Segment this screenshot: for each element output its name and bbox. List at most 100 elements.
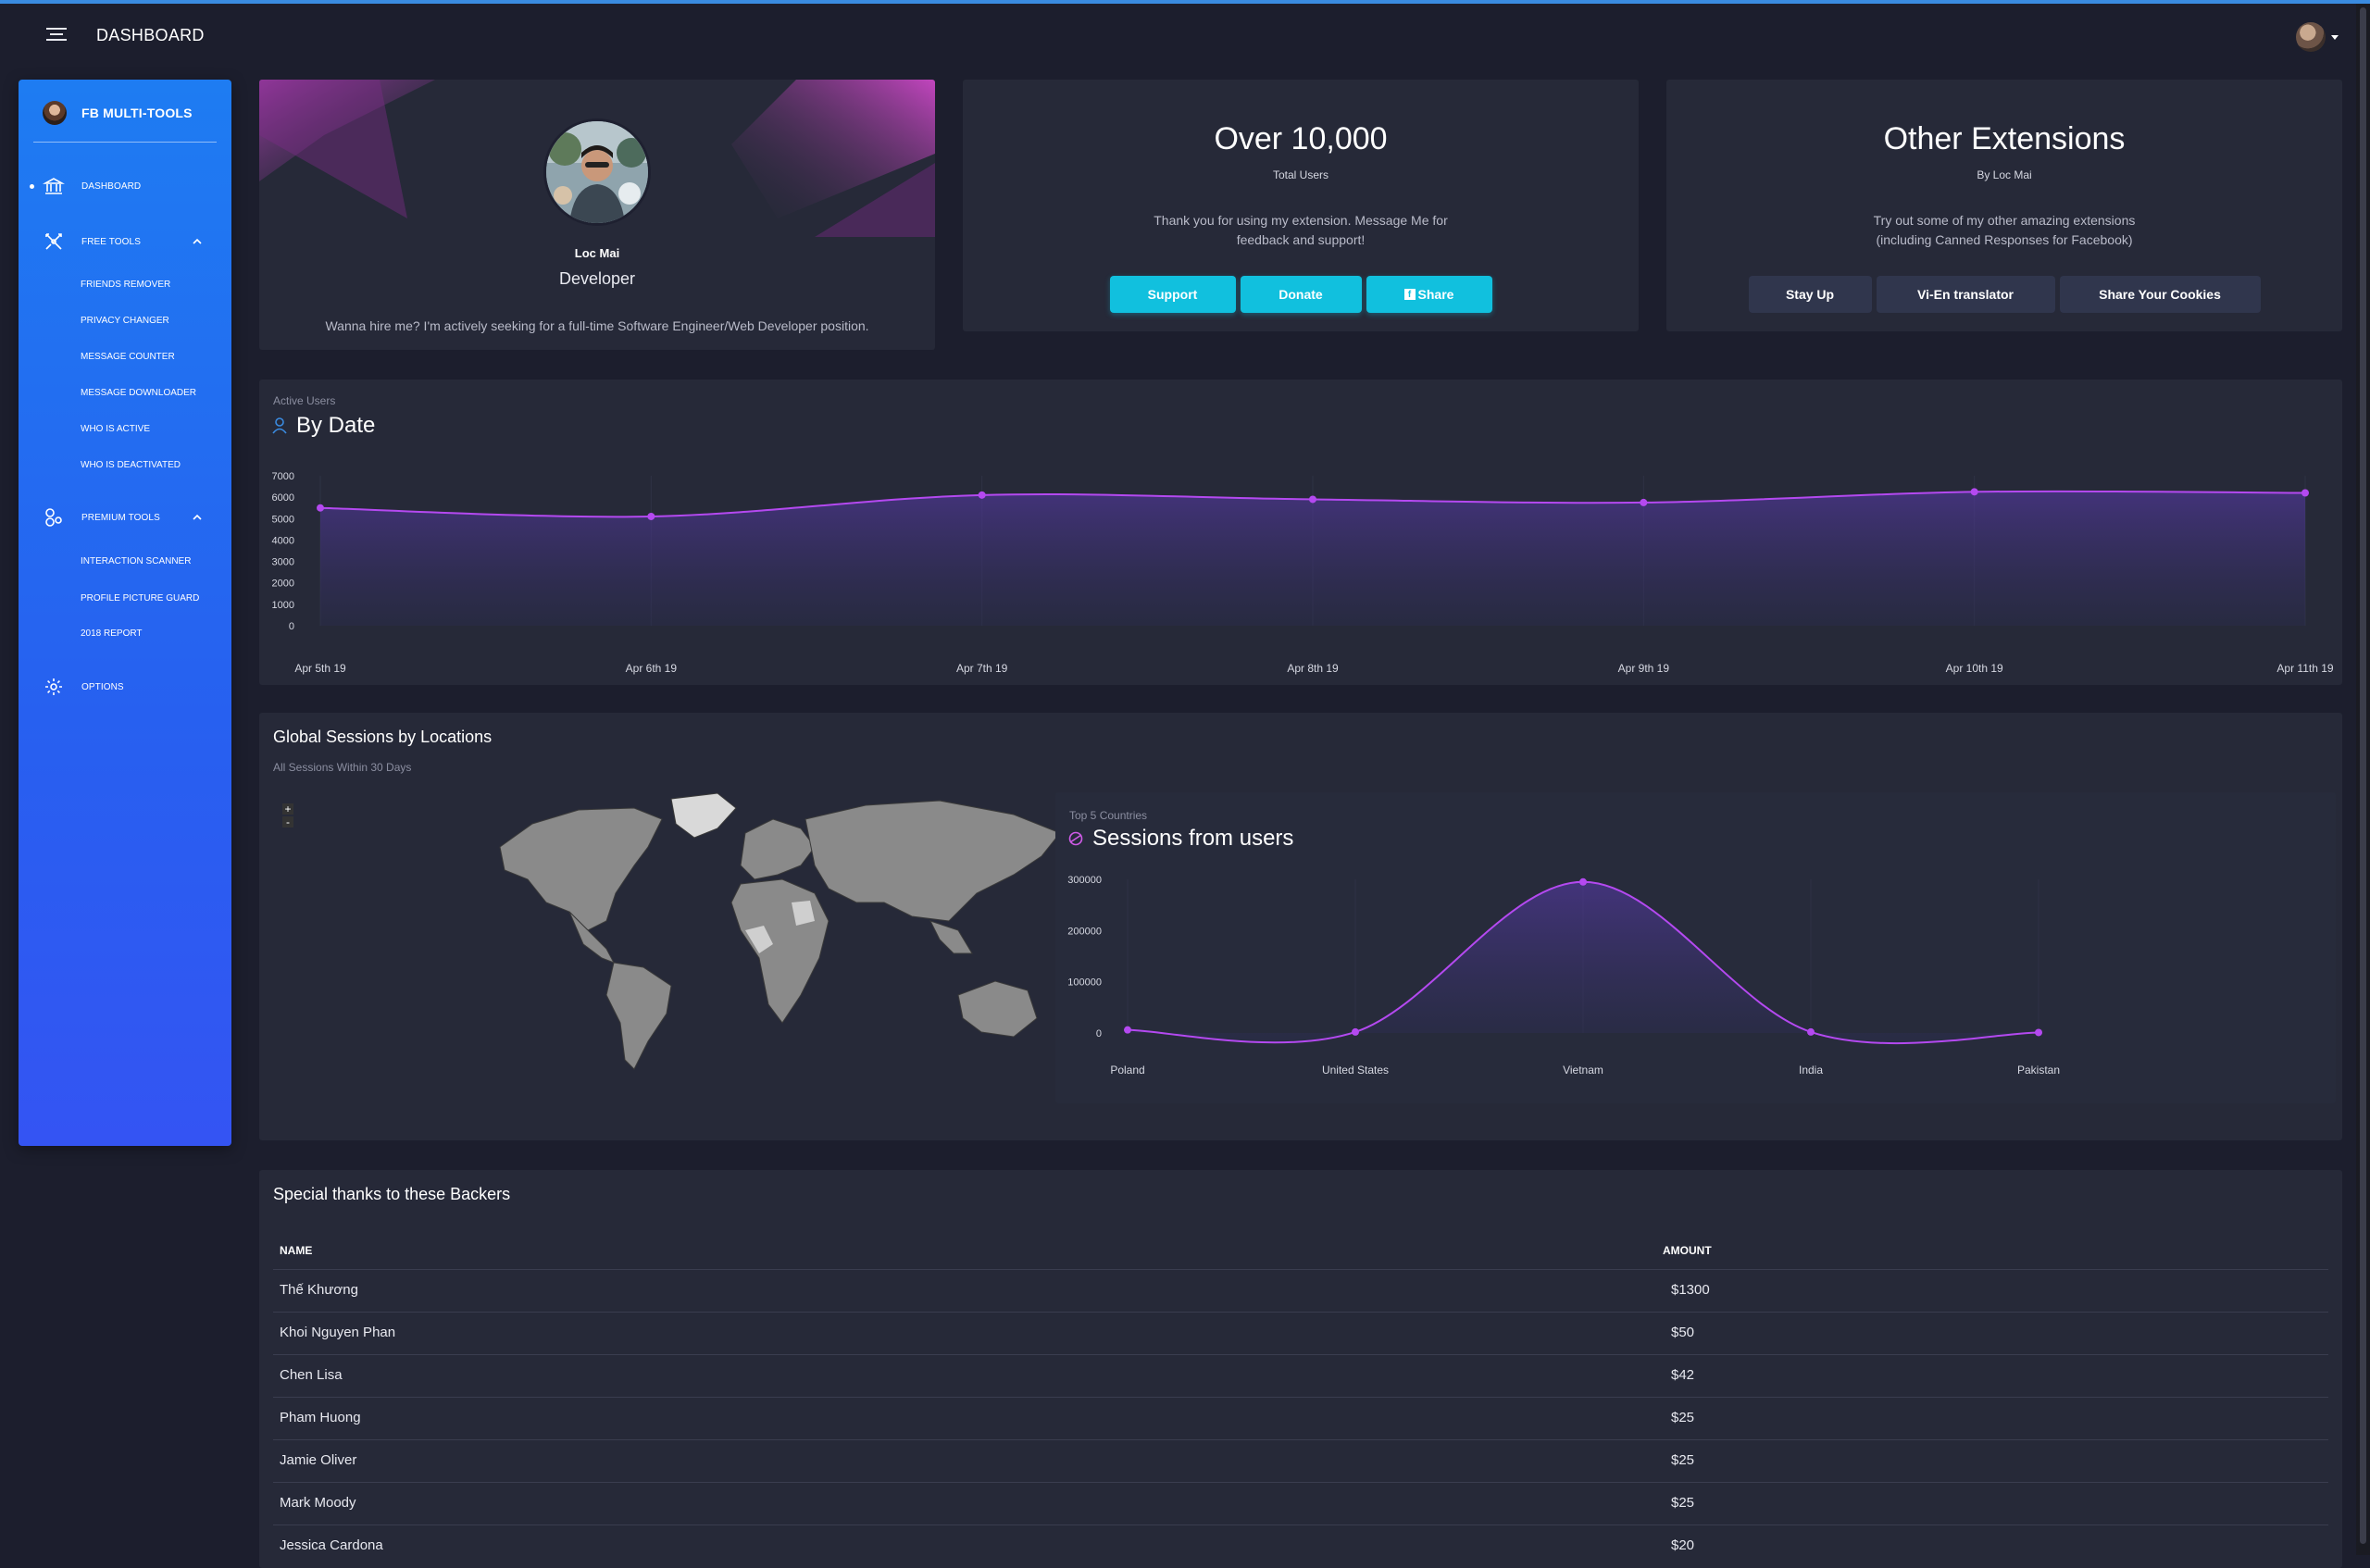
x-tick-label: Apr 9th 19 [1618, 662, 1670, 675]
backer-amount: $25 [1671, 1452, 1695, 1468]
backer-name: Thế Khương [280, 1282, 358, 1298]
menu-toggle-icon[interactable] [46, 28, 67, 46]
world-map[interactable] [495, 791, 1069, 1078]
y-tick-label: 100000 [1067, 977, 1102, 989]
sidebar-subitem-2018-report[interactable]: 2018 REPORT [81, 628, 143, 639]
y-tick-label: 0 [1096, 1028, 1102, 1039]
vi-en-translator-button[interactable]: Vi-En translator [1876, 276, 2055, 313]
tools-icon [45, 233, 62, 250]
y-tick-label: 6000 [272, 492, 294, 504]
sidebar-item-label: OPTIONS [81, 681, 124, 692]
share-button-label: Share [1417, 287, 1454, 302]
sidebar-subitem-privacy-changer[interactable]: PRIVACY CHANGER [81, 316, 169, 326]
global-sessions-card: Global Sessions by Locations All Session… [259, 713, 2342, 1140]
column-header-name: NAME [280, 1244, 313, 1257]
sidebar-item-options[interactable]: OPTIONS [19, 673, 231, 701]
backer-name: Jamie Oliver [280, 1452, 357, 1468]
sidebar-subitem-message-counter[interactable]: MESSAGE COUNTER [81, 352, 175, 362]
chart-title: By Date [296, 413, 376, 438]
backer-amount: $25 [1671, 1410, 1695, 1425]
backer-name: Khoi Nguyen Phan [280, 1325, 396, 1340]
table-row: Khoi Nguyen Phan $50 [273, 1312, 2328, 1354]
sidebar-item-free-tools[interactable]: FREE TOOLS [19, 228, 231, 255]
inner-pretitle: Top 5 Countries [1069, 809, 1148, 822]
caret-down-icon[interactable] [2331, 35, 2339, 40]
data-point [1579, 877, 1587, 886]
backer-amount: $42 [1671, 1367, 1695, 1383]
map-greenland [670, 792, 737, 839]
x-tick-label: United States [1322, 1064, 1389, 1076]
scrollbar[interactable] [2356, 4, 2370, 1555]
data-point [647, 512, 655, 520]
backer-name: Pham Huong [280, 1410, 361, 1425]
page-title: DASHBOARD [96, 26, 205, 44]
chart-pretitle: Active Users [273, 394, 336, 407]
sidebar: FB MULTI-TOOLS DASHBOARD FREE TOOLS FRIE… [19, 80, 231, 1146]
support-button[interactable]: Support [1109, 276, 1236, 313]
scrollbar-thumb[interactable] [2360, 7, 2366, 1544]
sidebar-subitem-message-downloader[interactable]: MESSAGE DOWNLOADER [81, 388, 196, 398]
backers-card: Special thanks to these Backers NAME AMO… [259, 1170, 2342, 1568]
x-tick-label: Poland [1110, 1064, 1144, 1076]
profile-name: Loc Mai [574, 246, 620, 260]
active-users-chart: 0 1000 2000 3000 4000 5000 6000 7000 Apr 5th 19 A… [272, 471, 2334, 675]
zoom-out-button[interactable]: - [282, 816, 293, 828]
top-bar: DASHBOARD [0, 4, 2356, 67]
brand-logo [43, 101, 67, 125]
total-users-description: Thank you for using my extension. Messag… [1129, 211, 1472, 250]
y-tick-label: 7000 [272, 471, 294, 482]
y-tick-label: 1000 [272, 600, 294, 611]
desc-line: feedback and support! [1236, 232, 1366, 247]
backers-title: Special thanks to these Backers [273, 1185, 511, 1203]
share-button[interactable]: f Share [1366, 276, 1492, 313]
total-users-title: Over 10,000 [1214, 121, 1388, 156]
user-avatar[interactable] [2296, 22, 2326, 52]
backer-name: Jessica Cardona [280, 1537, 383, 1553]
data-point [978, 491, 986, 499]
share-your-cookies-button[interactable]: Share Your Cookies [2059, 276, 2261, 313]
bank-icon [43, 178, 65, 194]
sidebar-subitem-interaction-scanner[interactable]: INTERACTION SCANNER [81, 556, 191, 566]
sidebar-subitem-friends-remover[interactable]: FRIENDS REMOVER [81, 280, 170, 290]
map-south-america [605, 962, 672, 1070]
y-tick-label: 4000 [272, 535, 294, 546]
x-tick-label: India [1799, 1064, 1823, 1076]
sidebar-subitem-who-is-deactivated[interactable]: WHO IS DEACTIVATED [81, 460, 181, 470]
globe-icon [1068, 831, 1083, 846]
profile-card: Loc Mai Developer Wanna hire me? I'm act… [259, 80, 935, 350]
data-point [1640, 498, 1648, 506]
brand-name: FB MULTI-TOOLS [81, 106, 193, 120]
table-row: Pham Huong $25 [273, 1397, 2328, 1439]
x-tick-label: Vietnam [1563, 1064, 1603, 1076]
desc-line: Try out some of my other amazing extensi… [1873, 213, 2136, 228]
map-australia [957, 980, 1038, 1038]
y-tick-label: 2000 [272, 579, 294, 590]
y-tick-label: 300000 [1067, 875, 1102, 886]
sidebar-subitem-who-is-active[interactable]: WHO IS ACTIVE [81, 424, 150, 434]
x-tick-label: Apr 11th 19 [2276, 662, 2333, 675]
backer-amount: $1300 [1671, 1282, 1710, 1298]
sidebar-item-dashboard[interactable]: DASHBOARD [19, 172, 231, 200]
data-point [2301, 489, 2309, 497]
stay-up-button[interactable]: Stay Up [1748, 276, 1872, 313]
desc-line: Thank you for using my extension. Messag… [1154, 213, 1448, 228]
profile-role: Developer [558, 269, 636, 288]
profile-pitch: Wanna hire me? I'm actively seeking for … [325, 318, 869, 333]
x-tick-label: Apr 6th 19 [626, 662, 678, 675]
sidebar-brand[interactable]: FB MULTI-TOOLS [43, 96, 193, 130]
sidebar-subitem-profile-picture-guard[interactable]: PROFILE PICTURE GUARD [81, 593, 199, 604]
data-point [1970, 488, 1978, 496]
extensions-buttons: Stay Up Vi-En translator Share Your Cook… [1666, 276, 2342, 313]
profile-avatar [543, 118, 651, 226]
chevron-up-icon [193, 514, 202, 520]
area-fill [1128, 881, 2039, 1044]
top-countries-card: Top 5 Countries Sessions from users 0 100… [1055, 792, 2336, 1103]
other-extensions-card: Other Extensions By Loc Mai Try out some… [1666, 80, 2342, 331]
donate-button[interactable]: Donate [1240, 276, 1362, 313]
sidebar-item-premium-tools[interactable]: PREMIUM TOOLS [19, 504, 231, 531]
other-extensions-subtitle: By Loc Mai [1977, 168, 2032, 181]
zoom-in-button[interactable]: + [282, 803, 293, 815]
data-point [1124, 1026, 1131, 1034]
backer-amount: $20 [1671, 1537, 1695, 1553]
backer-name: Mark Moody [280, 1495, 356, 1511]
